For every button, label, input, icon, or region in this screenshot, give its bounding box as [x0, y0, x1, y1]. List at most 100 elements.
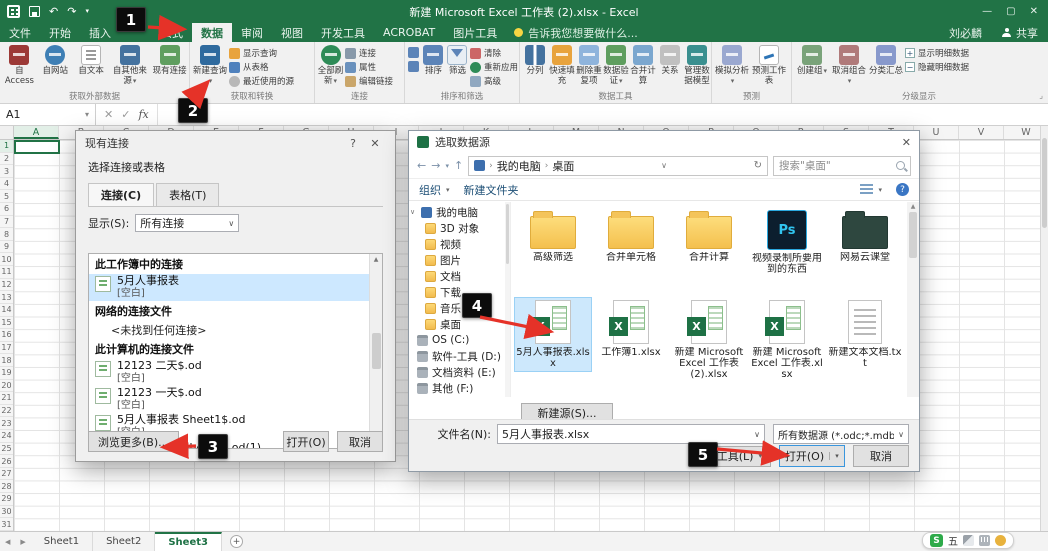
tree-item-this-pc[interactable]: ∨ 我的电脑 — [409, 204, 510, 220]
file-item-txt[interactable]: 新建文本文档.txt — [827, 298, 903, 371]
text-to-columns-button[interactable]: 分列 — [522, 44, 548, 77]
row-header[interactable]: 14 — [0, 304, 13, 317]
row-header[interactable]: 17 — [0, 342, 13, 355]
address-dropdown-icon[interactable]: ∨ — [661, 161, 667, 170]
row-header[interactable]: 5 — [0, 190, 13, 204]
row-header[interactable]: 19 — [0, 367, 13, 380]
relationships-button[interactable]: 关系 — [657, 44, 683, 77]
file-item-folder[interactable]: 合并单元格 — [593, 206, 669, 265]
save-icon[interactable] — [29, 6, 40, 17]
view-mode-button[interactable]: ▾ — [860, 184, 882, 195]
row-header[interactable]: 26 — [0, 455, 13, 468]
expander-icon[interactable]: ∨ — [410, 208, 417, 216]
tab-home[interactable]: 开始 — [40, 23, 80, 42]
ungroup-button[interactable]: 取消组合▾ — [831, 44, 867, 86]
connections-list[interactable]: 此工作簿中的连接 5月人事报表 [空白] 网络的连接文件 <未找到任何连接> 此计… — [88, 253, 383, 449]
row-header[interactable]: 7 — [0, 216, 13, 229]
tab-picture-tools[interactable]: 图片工具 — [444, 23, 506, 42]
row-header[interactable]: 10 — [0, 253, 13, 267]
filename-input[interactable]: 5月人事报表.xlsx ∨ — [497, 424, 765, 444]
row-header[interactable]: 18 — [0, 354, 13, 367]
tab-insert[interactable]: 插入 — [80, 23, 120, 42]
breadcrumb-leaf[interactable]: 桌面 — [552, 158, 574, 174]
row-header[interactable]: 24 — [0, 430, 13, 443]
row-header[interactable]: 12 — [0, 279, 13, 292]
column-header[interactable]: A — [14, 126, 59, 139]
open-button[interactable]: 打开(O) — [283, 431, 329, 452]
properties-button[interactable]: 属性 — [345, 61, 393, 73]
tab-developer[interactable]: 开发工具 — [312, 23, 374, 42]
filetype-dropdown[interactable]: 所有数据源 (*.odc;*.mdb;*.db ∨ — [773, 424, 909, 444]
row-header[interactable]: 4 — [0, 178, 13, 191]
tree-item-drive-f[interactable]: 其他 (F:) — [409, 380, 510, 396]
tell-me-box[interactable]: 告诉我您想要做什么... — [506, 23, 646, 42]
organize-button[interactable]: 组织 ▾ — [419, 182, 450, 198]
share-button[interactable]: 共享 — [992, 23, 1048, 42]
new-folder-button[interactable]: 新建文件夹 — [464, 182, 519, 198]
data-validation-button[interactable]: 数据验证▾ — [603, 44, 629, 86]
row-header[interactable]: 23 — [0, 417, 13, 431]
reapply-button[interactable]: 重新应用 — [469, 61, 518, 73]
refresh-icon[interactable]: ↻ — [754, 160, 762, 171]
row-header[interactable]: 11 — [0, 266, 13, 279]
tab-review[interactable]: 审阅 — [232, 23, 272, 42]
row-header[interactable]: 31 — [0, 518, 13, 531]
from-other-sources-button[interactable]: 自其他来源▾ — [110, 44, 151, 86]
sort-descending-icon[interactable] — [408, 61, 419, 72]
show-detail-button[interactable]: + 显示明细数据 — [905, 47, 969, 59]
scrollbar-thumb[interactable] — [1042, 138, 1047, 228]
tab-acrobat[interactable]: ACROBAT — [374, 23, 444, 42]
sort-ascending-icon[interactable] — [408, 47, 419, 58]
existing-connections-button[interactable]: 现有连接 — [151, 44, 188, 77]
show-filter-dropdown[interactable]: 所有连接 ∨ — [135, 214, 240, 232]
row-header[interactable]: 16 — [0, 329, 13, 342]
consolidate-button[interactable]: 合并计算 — [630, 44, 656, 86]
name-box[interactable]: A1 ▾ — [0, 104, 96, 125]
file-item-xlsx[interactable]: X 工作簿1.xlsx — [593, 298, 669, 360]
forward-icon[interactable]: → — [431, 159, 440, 172]
column-header[interactable]: V — [959, 126, 1004, 139]
manage-data-model-button[interactable]: 管理数据模型 — [684, 44, 710, 86]
tab-tables[interactable]: 表格(T) — [156, 183, 220, 206]
list-scrollbar[interactable]: ▲ ▼ — [369, 254, 382, 448]
scrollbar-thumb[interactable] — [506, 204, 509, 264]
cancel-button[interactable]: 取消 — [853, 445, 909, 467]
user-name[interactable]: 刘必麟 — [939, 23, 992, 42]
file-item-folder[interactable]: 合并计算 — [671, 206, 747, 265]
tab-file[interactable]: 文件 — [0, 23, 40, 42]
sogou-logo-icon[interactable]: S — [930, 534, 943, 547]
next-sheet-icon[interactable]: ▶ — [15, 532, 30, 551]
what-if-button[interactable]: 模拟分析▾ — [714, 44, 750, 86]
pane-scrollbar[interactable] — [505, 202, 510, 397]
from-access-button[interactable]: 自Access — [2, 44, 37, 86]
column-header[interactable]: W — [1004, 126, 1040, 139]
row-header[interactable]: 13 — [0, 291, 13, 304]
ime-mode-label[interactable]: 五 — [948, 533, 958, 548]
row-header[interactable]: 1 — [0, 140, 13, 153]
group-button[interactable]: 创建组▾ — [794, 44, 830, 77]
row-header[interactable]: 9 — [0, 241, 13, 254]
connections-button[interactable]: 连接 — [345, 47, 393, 59]
tree-item-videos[interactable]: 视频 — [409, 236, 510, 252]
scrollbar-thumb[interactable] — [371, 333, 381, 369]
row-header[interactable]: 8 — [0, 228, 13, 241]
filter-button[interactable]: 筛选 — [446, 44, 469, 77]
connection-item[interactable]: 12123 二天$.od [空白] — [89, 359, 369, 386]
tab-view[interactable]: 视图 — [272, 23, 312, 42]
row-header[interactable]: 30 — [0, 506, 13, 519]
back-icon[interactable]: ← — [417, 159, 426, 172]
show-queries-button[interactable]: 显示查询 — [229, 47, 294, 59]
row-header[interactable]: 20 — [0, 380, 13, 393]
recent-sources-button[interactable]: 最近使用的源 — [229, 75, 294, 87]
tab-data[interactable]: 数据 — [192, 23, 232, 42]
select-all-corner[interactable] — [0, 126, 14, 140]
scroll-up-icon[interactable]: ▲ — [374, 256, 379, 263]
clear-button[interactable]: 清除 — [469, 47, 518, 59]
prev-sheet-icon[interactable]: ◀ — [0, 532, 15, 551]
insert-function-icon[interactable]: fx — [138, 108, 148, 121]
file-item-psd[interactable]: Ps 视频录制所要用到的东西 — [749, 206, 825, 277]
sheet-tab-sheet3[interactable]: Sheet3 — [155, 532, 222, 551]
help-icon[interactable]: ? — [896, 183, 909, 196]
connection-item[interactable]: 12123 一天$.od [空白] — [89, 386, 369, 413]
row-header[interactable]: 6 — [0, 203, 13, 216]
